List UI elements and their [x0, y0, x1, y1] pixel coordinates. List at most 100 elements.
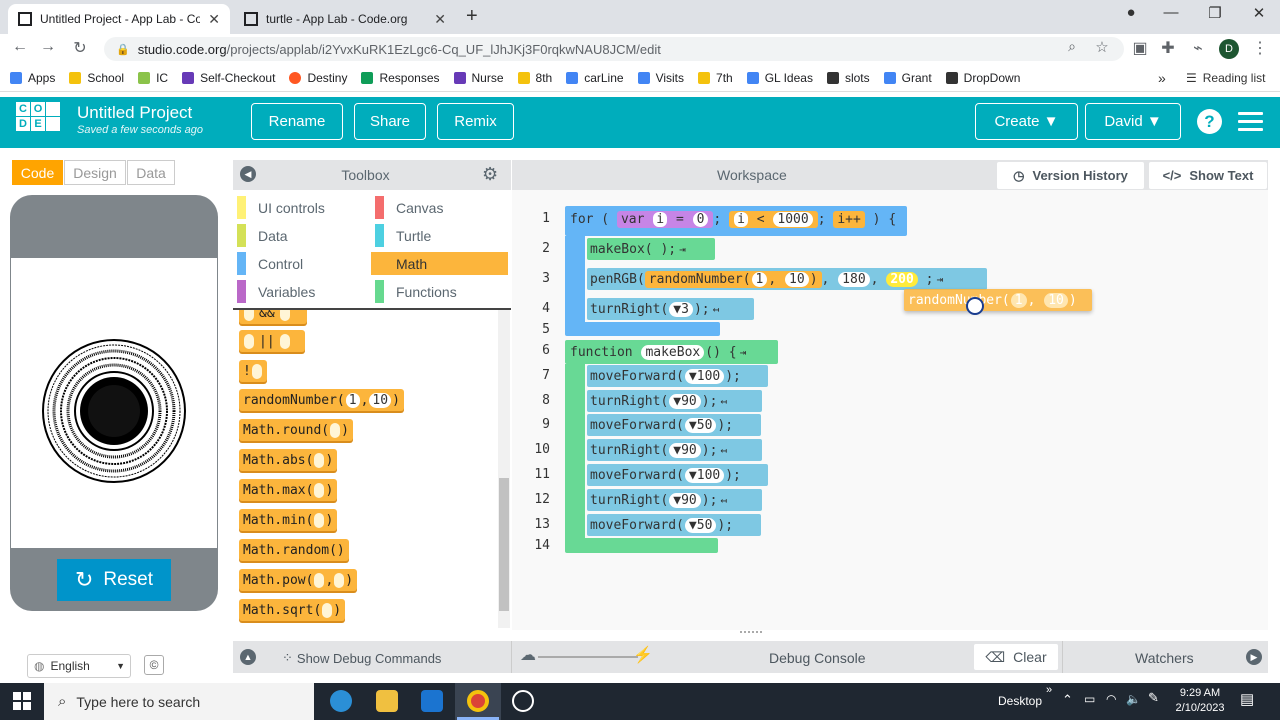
math-pow-block[interactable]: Math.pow(, ) [239, 569, 358, 591]
category-data[interactable]: Data [233, 224, 371, 247]
math-abs-block[interactable]: Math.abs() [239, 449, 338, 471]
bookmark-responses[interactable]: Responses [361, 71, 440, 85]
reset-button[interactable]: ↻ Reset [57, 559, 171, 601]
category-math[interactable]: Math [371, 252, 508, 275]
show-text-button[interactable]: </> Show Text [1149, 162, 1267, 189]
back-icon[interactable]: ← [8, 38, 32, 56]
screen-record-icon[interactable] [512, 690, 534, 712]
tab-turtle[interactable]: turtle - App Lab - Code.org ✕ [234, 4, 456, 34]
share-button[interactable]: Share [354, 103, 426, 140]
bookmark-slots[interactable]: slots [826, 71, 870, 85]
math-random-block[interactable]: Math.random() [239, 539, 349, 561]
tab-code[interactable]: Code [12, 160, 63, 185]
not-block[interactable]: ! [239, 360, 267, 382]
category-functions[interactable]: Functions [371, 280, 509, 303]
cast-icon[interactable]: ⌁ [1186, 38, 1210, 58]
codeorg-logo[interactable]: C O D E [16, 102, 60, 144]
bookmark-gl-ideas[interactable]: GL Ideas [746, 71, 813, 85]
math-max-block[interactable]: Math.max() [239, 479, 338, 501]
forward-icon[interactable]: → [36, 38, 60, 56]
expand-watchers-icon[interactable]: ▶ [1246, 649, 1262, 665]
random-number-block[interactable]: randomNumber(1, 10) [239, 389, 404, 411]
bookmark-self-checkout[interactable]: Self-Checkout [182, 71, 275, 85]
puzzle-icon[interactable]: ✚ [1156, 38, 1180, 58]
bookmark-grant[interactable]: Grant [883, 71, 932, 85]
category-turtle[interactable]: Turtle [371, 224, 509, 247]
url-input[interactable]: 🔒 studio.code.org /projects/applab/i2Yvx… [104, 37, 1124, 61]
category-ui-controls[interactable]: UI controls [233, 196, 371, 219]
close-tab-icon[interactable]: ✕ [434, 11, 446, 28]
copyright-button[interactable]: © [144, 655, 164, 675]
math-sqrt-block[interactable]: Math.sqrt() [239, 599, 346, 621]
chrome-icon[interactable] [467, 690, 489, 712]
mail-icon[interactable] [421, 690, 443, 712]
create-dropdown[interactable]: Create ▼ [975, 103, 1078, 140]
turtle-slow-icon[interactable]: ☁ [520, 645, 536, 665]
function-makebox-code: function makeBox() {⇥ [570, 344, 747, 360]
bookmark-visits[interactable]: Visits [637, 71, 684, 85]
math-min-block[interactable]: Math.min() [239, 509, 338, 531]
tab-design[interactable]: Design [64, 160, 126, 185]
wifi-icon[interactable]: ◠ [1106, 692, 1116, 706]
category-control[interactable]: Control [233, 252, 371, 275]
rename-button[interactable]: Rename [251, 103, 343, 140]
tab-applab-untitled[interactable]: Untitled Project - App Lab - Code ✕ [8, 4, 230, 34]
volume-icon[interactable]: 🔈 [1126, 692, 1141, 706]
toolbox-scrollbar-thumb[interactable] [499, 478, 509, 611]
category-variables[interactable]: Variables [233, 280, 371, 303]
extension-icon[interactable]: ▣ [1128, 38, 1152, 58]
language-select[interactable]: ◍ English ▼ [27, 654, 131, 678]
taskbar-search-input[interactable]: ⌕ Type here to search [44, 683, 314, 720]
profile-avatar[interactable]: D [1219, 39, 1239, 59]
tab-search-icon[interactable]: ● [1116, 4, 1146, 21]
bookmarks-overflow-button[interactable]: » [1158, 70, 1166, 86]
close-tab-icon[interactable]: ✕ [208, 11, 220, 28]
windows-start-icon[interactable] [13, 692, 31, 710]
language-indicator-icon[interactable]: ✎ [1148, 690, 1159, 706]
new-tab-button[interactable]: + [466, 5, 478, 28]
notifications-icon[interactable]: ▤ [1240, 690, 1254, 708]
maximize-icon[interactable]: ❐ [1200, 4, 1230, 22]
expand-debug-icon[interactable]: ▲ [240, 649, 256, 665]
show-debug-commands-button[interactable]: ⁘ Show Debug Commands [282, 650, 441, 666]
category-canvas[interactable]: Canvas [371, 196, 509, 219]
minimize-icon[interactable]: — [1156, 4, 1186, 21]
reading-list-icon: ☰ [1186, 71, 1197, 85]
bookmark-dropdown[interactable]: DropDown [945, 71, 1020, 85]
resize-handle[interactable] [740, 631, 762, 636]
bookmark-school[interactable]: School [69, 71, 124, 85]
math-round-block[interactable]: Math.round() [239, 419, 353, 441]
version-history-button[interactable]: ◷ Version History [997, 162, 1144, 189]
help-icon[interactable]: ? [1197, 109, 1222, 134]
tab-data[interactable]: Data [127, 160, 175, 185]
rabbit-fast-icon[interactable]: ⚡ [633, 645, 653, 665]
file-explorer-icon[interactable] [376, 690, 398, 712]
edge-icon[interactable] [330, 690, 352, 712]
menu-dots-icon[interactable]: ⋮ [1248, 38, 1272, 58]
taskbar-clock[interactable]: 9:29 AM 2/10/2023 [1170, 686, 1230, 716]
bookmark-nurse[interactable]: Nurse [453, 71, 504, 85]
reading-list-button[interactable]: ☰ Reading list [1186, 71, 1265, 85]
bookmark-carline[interactable]: carLine [566, 71, 624, 85]
reload-icon[interactable]: ↻ [68, 38, 92, 58]
zoom-icon[interactable]: ⌕ [1060, 38, 1084, 55]
hamburger-menu-icon[interactable] [1238, 112, 1263, 136]
gear-icon[interactable]: ⚙ [482, 164, 498, 185]
bookmark-star-icon[interactable]: ☆ [1090, 38, 1114, 56]
user-dropdown[interactable]: David ▼ [1085, 103, 1181, 140]
clear-console-button[interactable]: ⌫ Clear [974, 644, 1058, 670]
and-block[interactable]: && [239, 310, 307, 324]
remix-button[interactable]: Remix [437, 103, 514, 140]
close-window-icon[interactable]: ✕ [1244, 4, 1274, 22]
or-block[interactable]: || [239, 330, 305, 352]
bookmark-7th[interactable]: 7th [698, 71, 733, 85]
chevron-icon[interactable]: » [1046, 684, 1052, 696]
bookmark-ic[interactable]: IC [138, 71, 168, 85]
desktop-toolbar-label[interactable]: Desktop [998, 694, 1042, 708]
tray-expand-icon[interactable]: ⌃ [1062, 692, 1073, 708]
bookmark-destiny[interactable]: Destiny [289, 71, 347, 85]
battery-icon[interactable]: ▭ [1084, 692, 1095, 706]
bookmark-8th[interactable]: 8th [517, 71, 552, 85]
speed-slider[interactable] [538, 656, 638, 658]
bookmark-apps[interactable]: Apps [10, 71, 55, 85]
